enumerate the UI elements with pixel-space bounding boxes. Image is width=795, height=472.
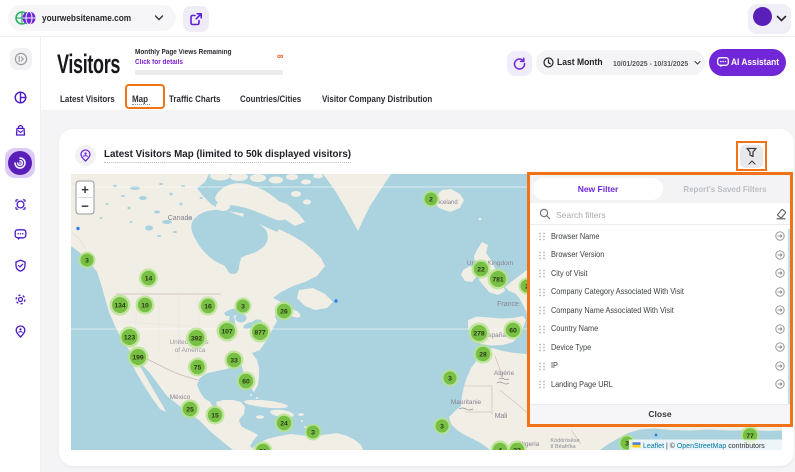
svg-text:4: 4	[498, 447, 502, 450]
svg-text:+: +	[81, 182, 89, 197]
svg-text:21: 21	[259, 448, 267, 450]
svg-text:392: 392	[191, 335, 203, 342]
svg-text:16: 16	[204, 303, 212, 310]
svg-text:75: 75	[194, 364, 202, 371]
svg-text:24: 24	[280, 420, 288, 427]
svg-text:10: 10	[141, 302, 149, 309]
svg-text:3: 3	[440, 423, 444, 430]
svg-text:Leaflet | © OpenStreetMap cont: Leaflet | © OpenStreetMap contributors	[643, 442, 765, 450]
svg-text:781: 781	[492, 276, 504, 283]
svg-text:107: 107	[221, 328, 233, 335]
svg-text:3: 3	[85, 257, 89, 264]
svg-text:278: 278	[473, 330, 485, 337]
svg-text:877: 877	[254, 329, 266, 336]
svg-text:2: 2	[429, 196, 433, 203]
svg-text:28: 28	[479, 351, 487, 358]
svg-text:123: 123	[124, 334, 136, 341]
svg-text:14: 14	[145, 275, 153, 282]
svg-text:33: 33	[230, 357, 238, 364]
svg-text:3: 3	[625, 440, 629, 447]
svg-text:26: 26	[280, 308, 288, 315]
svg-text:15: 15	[211, 412, 219, 419]
svg-text:134: 134	[114, 302, 126, 309]
svg-text:25: 25	[186, 406, 194, 413]
svg-text:22: 22	[477, 266, 485, 273]
svg-text:60: 60	[509, 327, 517, 334]
svg-text:Iceland: Iceland	[438, 200, 457, 206]
svg-text:−: −	[81, 199, 89, 214]
svg-text:77: 77	[746, 433, 754, 440]
svg-text:3: 3	[448, 375, 452, 382]
svg-text:France: France	[497, 301, 519, 308]
svg-text:tî Bêafrîka: tî Bêafrîka	[550, 444, 576, 450]
svg-text:Canada: Canada	[168, 215, 193, 222]
svg-text:60: 60	[242, 378, 250, 385]
svg-text:Mauritanie: Mauritanie	[451, 399, 482, 406]
svg-text:Mali: Mali	[495, 413, 508, 420]
svg-text:22: 22	[513, 447, 521, 450]
svg-text:of America: of America	[175, 347, 206, 354]
svg-text:3: 3	[311, 429, 315, 436]
svg-text:Algérie: Algérie	[494, 370, 515, 377]
svg-text:3: 3	[241, 303, 245, 310]
svg-text:199: 199	[132, 354, 144, 361]
